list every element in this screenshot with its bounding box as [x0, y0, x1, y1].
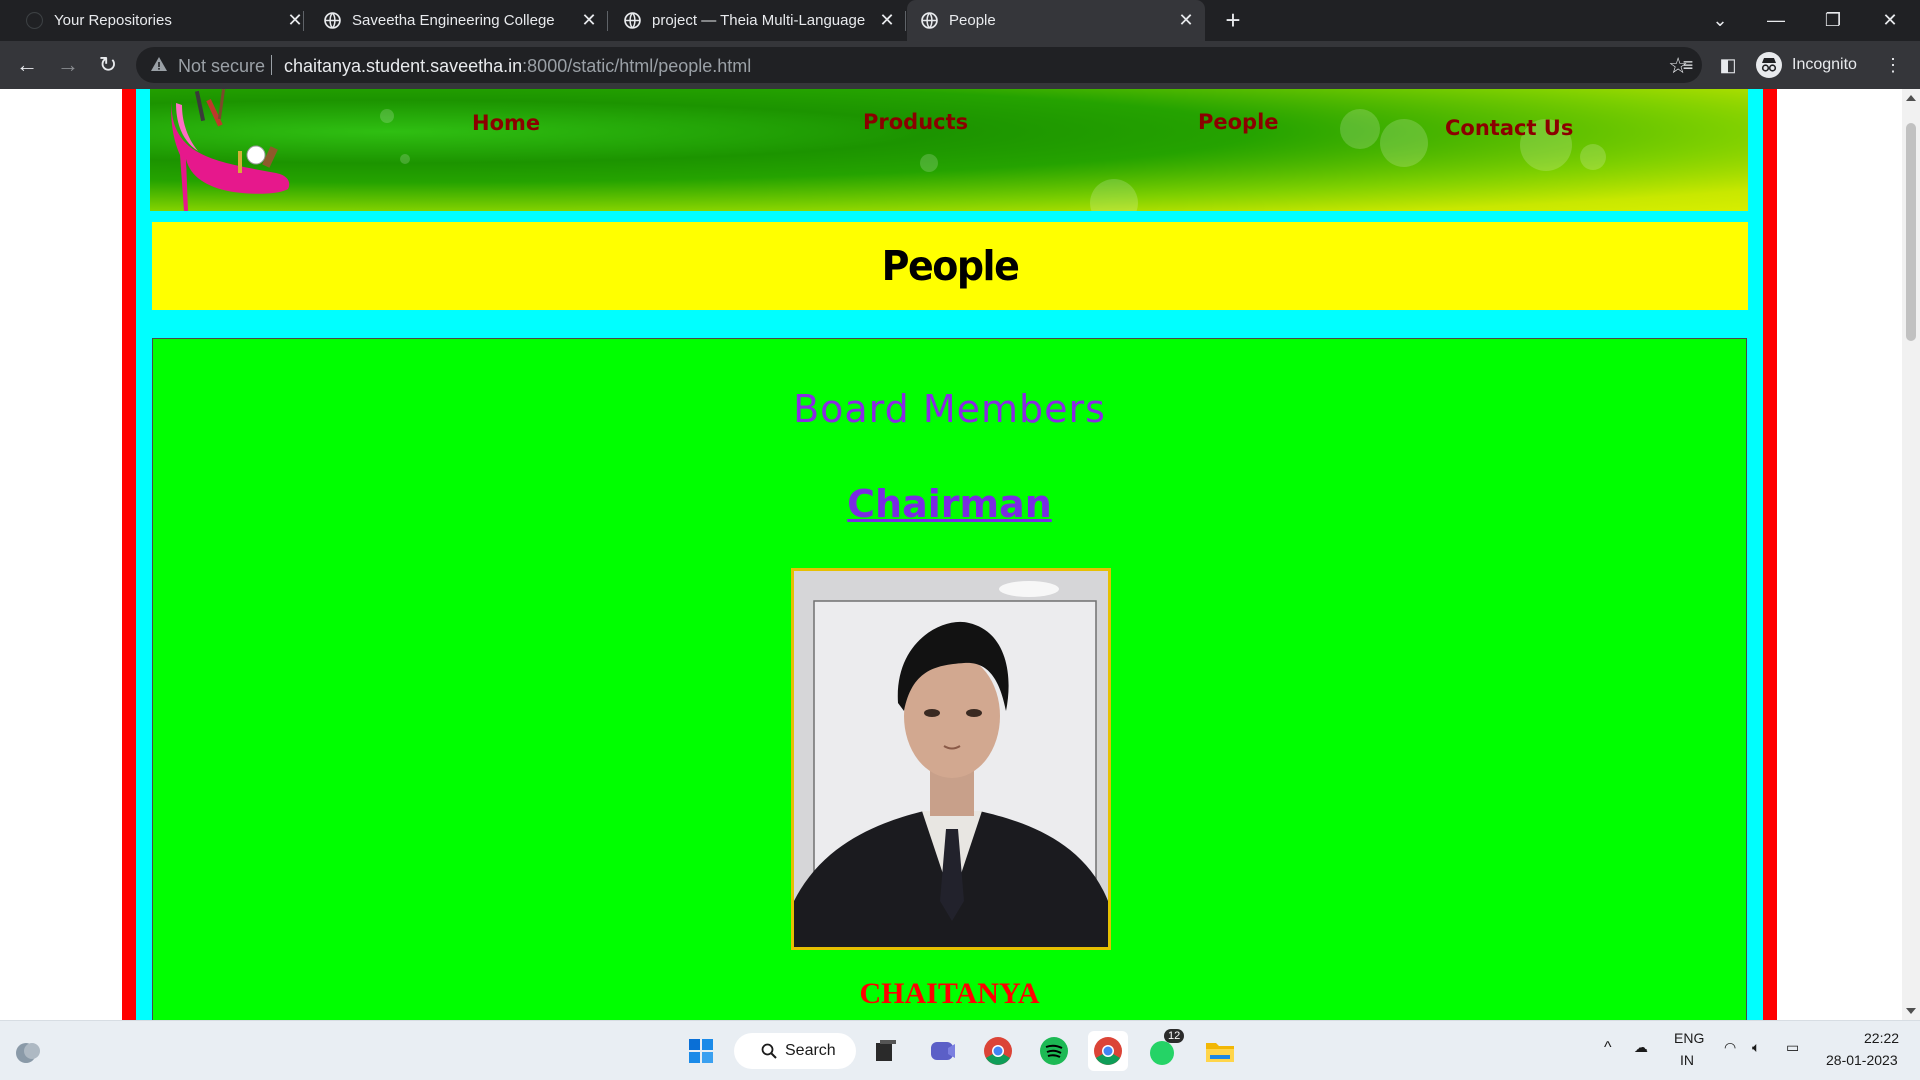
tab-search-icon[interactable]: ⌄ [1700, 6, 1740, 34]
tab-title: Saveetha Engineering College [352, 12, 555, 29]
chairman-name: CHAITANYA [859, 977, 1040, 1010]
scroll-up-arrow-icon[interactable] [1906, 95, 1916, 101]
chrome-icon[interactable] [978, 1031, 1018, 1071]
onedrive-cloud-icon[interactable]: ☁ [1634, 1039, 1648, 1056]
clock-time[interactable]: 22:22 [1864, 1030, 1899, 1046]
scrollbar-thumb[interactable] [1906, 123, 1916, 341]
bokeh-dot [920, 154, 938, 172]
battery-icon[interactable]: ▭ [1786, 1039, 1799, 1056]
tray-overflow-chevron-icon[interactable]: ^ [1604, 1039, 1612, 1057]
close-tab-icon[interactable]: ✕ [876, 9, 898, 31]
bokeh-dot [380, 109, 394, 123]
incognito-label: Incognito [1792, 56, 1857, 73]
globe-icon [324, 12, 341, 29]
whatsapp-icon[interactable]: 12 [1144, 1029, 1185, 1071]
spotify-icon[interactable] [1034, 1031, 1074, 1071]
start-windows-icon[interactable] [681, 1031, 721, 1071]
media-queue-icon[interactable]: ≡ [1674, 51, 1702, 79]
nav-home-link[interactable]: Home [472, 111, 540, 135]
tab-title: Your Repositories [54, 12, 172, 29]
chairman-link[interactable]: Chairman [847, 482, 1052, 526]
search-label: Search [785, 1042, 836, 1059]
search-icon [761, 1043, 777, 1059]
new-tab-button[interactable]: + [1220, 7, 1246, 34]
back-arrow-icon[interactable]: ← [13, 51, 41, 79]
whatsapp-badge: 12 [1164, 1029, 1185, 1043]
nav-people-link[interactable]: People [1198, 110, 1279, 134]
bokeh-dot [1380, 119, 1428, 167]
minimize-button[interactable]: — [1756, 6, 1796, 34]
browser-menu-icon[interactable]: ⋮ [1879, 51, 1907, 79]
tab-strip: Your Repositories ✕ Saveetha Engineering… [0, 0, 1920, 41]
tab-title: People [949, 12, 996, 29]
page-viewport: Home Products People Contact Us People B… [0, 89, 1902, 1020]
page-title: People [881, 242, 1020, 290]
address-bar[interactable]: Not secure chaitanya.student.saveetha.in… [136, 47, 1702, 83]
portrait-image [794, 571, 1108, 947]
nav-products-link[interactable]: Products [863, 110, 968, 134]
browser-toolbar: ← → ↻ Not secure chaitanya.student.savee… [0, 41, 1920, 89]
globe-icon [921, 12, 938, 29]
chrome-active-icon[interactable] [1088, 1031, 1128, 1071]
language-code[interactable]: ENG [1674, 1030, 1704, 1046]
forward-arrow-icon[interactable]: → [54, 51, 82, 79]
site-header: Home Products People Contact Us [150, 89, 1748, 211]
chairman-photo [791, 568, 1111, 950]
tab-your-repositories[interactable]: Your Repositories ✕ [12, 0, 304, 41]
url-path: :8000/static/html/people.html [522, 56, 752, 76]
tab-saveetha[interactable]: Saveetha Engineering College ✕ [310, 0, 608, 41]
warning-icon [151, 57, 167, 71]
side-panel-icon[interactable]: ◧ [1714, 51, 1742, 79]
taskbar-search[interactable]: Search [734, 1033, 856, 1069]
clock-date[interactable]: 28-01-2023 [1826, 1052, 1898, 1068]
bokeh-dot [400, 154, 410, 164]
globe-icon [624, 12, 641, 29]
section-heading: Board Members [793, 387, 1106, 431]
wifi-icon[interactable]: ◠ [1724, 1039, 1736, 1056]
restore-button[interactable]: ❐ [1813, 6, 1853, 34]
url-text[interactable]: chaitanya.student.saveetha.in:8000/stati… [284, 56, 751, 77]
bokeh-dot [1090, 179, 1138, 211]
high-heel-cosmetics-logo [171, 89, 290, 211]
board-members-section: Board Members Chairman CHAITANYA [152, 338, 1747, 1020]
tab-people[interactable]: People ✕ [907, 0, 1205, 41]
close-window-button[interactable]: ✕ [1870, 6, 1910, 34]
page-scrollbar[interactable] [1902, 89, 1920, 1020]
teams-chat-icon[interactable] [922, 1031, 962, 1071]
task-view-icon[interactable] [866, 1031, 906, 1071]
security-label[interactable]: Not secure [178, 56, 265, 77]
reload-icon[interactable]: ↻ [94, 51, 122, 79]
nav-contact-link[interactable]: Contact Us [1445, 116, 1573, 140]
windows-taskbar: Search 12 ^ ☁ ENG IN ◠ 🔈︎ ▭ 22:22 28-01-… [0, 1020, 1920, 1080]
tab-title: project — Theia Multi-Language [652, 12, 866, 29]
title-band: People [152, 222, 1748, 310]
close-tab-icon[interactable]: ✕ [578, 9, 600, 31]
incognito-profile-button[interactable]: Incognito [1756, 47, 1857, 83]
close-tab-icon[interactable]: ✕ [1175, 9, 1197, 31]
weather-widget-icon[interactable] [8, 1031, 48, 1071]
file-explorer-icon[interactable] [1200, 1031, 1240, 1071]
volume-icon[interactable]: 🔈︎ [1752, 1039, 1760, 1056]
bokeh-dot [1580, 144, 1606, 170]
close-tab-icon[interactable]: ✕ [284, 9, 306, 31]
language-region[interactable]: IN [1680, 1052, 1694, 1068]
tab-theia-project[interactable]: project — Theia Multi-Language ✕ [610, 0, 906, 41]
chairman-link-wrapper: Chairman [153, 482, 1746, 526]
bokeh-dot [1340, 109, 1380, 149]
address-separator [271, 55, 272, 75]
url-host: chaitanya.student.saveetha.in [284, 56, 523, 76]
github-icon [26, 12, 43, 29]
incognito-icon [1756, 52, 1782, 78]
scroll-down-arrow-icon[interactable] [1906, 1008, 1916, 1014]
